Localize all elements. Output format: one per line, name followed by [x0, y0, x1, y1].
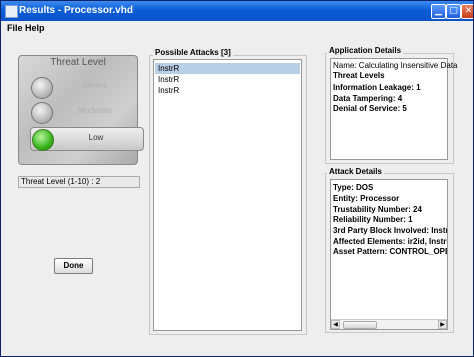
attack-list-item-1[interactable]: InstrR — [155, 63, 300, 74]
attack-details-label: Attack Details — [327, 167, 384, 176]
attack-list-item-3[interactable]: InstrR — [155, 85, 300, 96]
attack-details-hscrollbar[interactable]: ◀ ▶ — [331, 319, 447, 329]
app-detail-line: Name: Calculating Insensitive Data — [333, 61, 458, 70]
attacks-list[interactable]: InstrR InstrR InstrR — [153, 59, 302, 331]
app-detail-line: Information Leakage: 1 — [333, 83, 421, 92]
possible-attacks-label: Possible Attacks [3] — [153, 48, 233, 57]
threat-moderate-row: Moderate — [30, 101, 142, 124]
threat-level-title: Threat Level — [50, 57, 106, 68]
app-detail-line: Denial of Service: 5 — [333, 104, 407, 113]
scroll-thumb[interactable] — [343, 321, 377, 329]
attack-detail-line: Affected Elements: ir2id, InstrR, upbu — [333, 237, 447, 246]
minimize-button[interactable]: ▁ — [431, 4, 446, 19]
threat-level-panel: Threat Level Severe Moderate Low — [18, 55, 144, 165]
done-button[interactable]: Done — [54, 258, 93, 274]
threat-severe-row: Severe — [30, 76, 142, 99]
scroll-right-arrow-icon[interactable]: ▶ — [438, 320, 447, 329]
app-detail-line: Threat Levels — [333, 71, 385, 80]
close-button[interactable]: ✕ — [461, 4, 473, 19]
threat-severe-label: Severe — [82, 81, 108, 90]
attack-detail-line: 3rd Party Block Involved: InstrR — [333, 226, 448, 235]
menu-help[interactable]: Help — [25, 23, 45, 33]
scroll-left-arrow-icon[interactable]: ◀ — [331, 320, 340, 329]
results-window: Results - Processor.vhd ▁ □ ✕ File Help … — [0, 0, 474, 357]
menu-file[interactable]: File — [7, 23, 23, 33]
menu-bar: File Help — [1, 21, 473, 35]
app-detail-line: Data Tampering: 4 — [333, 94, 403, 103]
application-details-text[interactable]: Name: Calculating Insensitive Data Threa… — [330, 58, 458, 160]
attack-detail-line: Type: DOS — [333, 183, 374, 192]
threat-moderate-label: Moderate — [78, 106, 112, 115]
title-bar[interactable]: Results - Processor.vhd ▁ □ ✕ — [1, 1, 473, 21]
severe-light-icon — [31, 77, 53, 99]
attack-detail-line: Reliability Number: 1 — [333, 215, 413, 224]
threat-low-row: Low — [30, 127, 144, 151]
attack-detail-line: Asset Pattern: CONTROL_OPERATION — [333, 247, 447, 256]
application-details-label: Application Details — [327, 46, 404, 55]
maximize-button[interactable]: □ — [446, 4, 461, 19]
threat-level-value: Threat Level (1-10) : 2 — [18, 176, 140, 188]
attack-details-text[interactable]: Type: DOS Entity: Processor Trustability… — [330, 179, 448, 330]
attack-detail-line: Entity: Processor — [333, 194, 400, 203]
attack-detail-line: Trustability Number: 24 — [333, 205, 422, 214]
threat-low-label: Low — [88, 133, 104, 142]
window-title: Results - Processor.vhd — [19, 5, 133, 16]
java-app-icon — [5, 5, 18, 18]
low-light-icon — [32, 129, 54, 151]
moderate-light-icon — [31, 102, 53, 124]
attack-list-item-2[interactable]: InstrR — [155, 74, 300, 85]
